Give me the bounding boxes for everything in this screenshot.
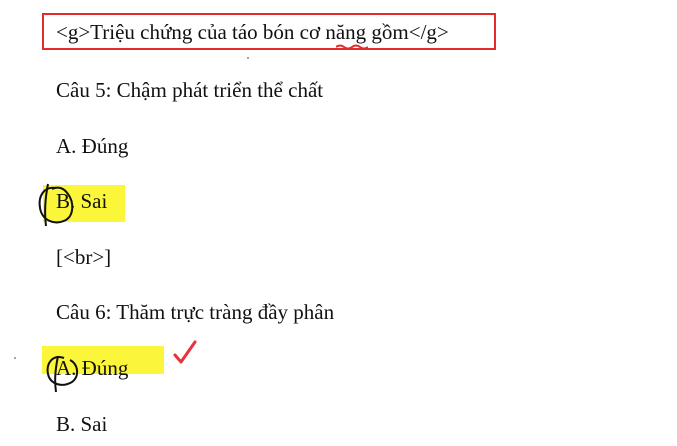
- check-mark-icon: [173, 340, 197, 364]
- question-6-option-b[interactable]: B. Sai: [56, 412, 107, 436]
- question-header-title: <g>Triệu chứng của táo bón cơ năng gồm</…: [56, 20, 449, 44]
- question-5-option-a[interactable]: A. Đúng: [56, 134, 128, 158]
- circled-answer-mark: [38, 183, 74, 227]
- spellcheck-underline: [336, 44, 368, 50]
- question-5-prompt: Câu 5: Chậm phát triển thể chất: [56, 78, 324, 102]
- scan-speck: [247, 57, 249, 59]
- scan-speck: [14, 357, 16, 359]
- question-6-prompt: Câu 6: Thăm trực tràng đầy phân: [56, 300, 335, 324]
- line-break-marker: [<br>]: [56, 245, 112, 269]
- circled-answer-mark: [46, 355, 78, 393]
